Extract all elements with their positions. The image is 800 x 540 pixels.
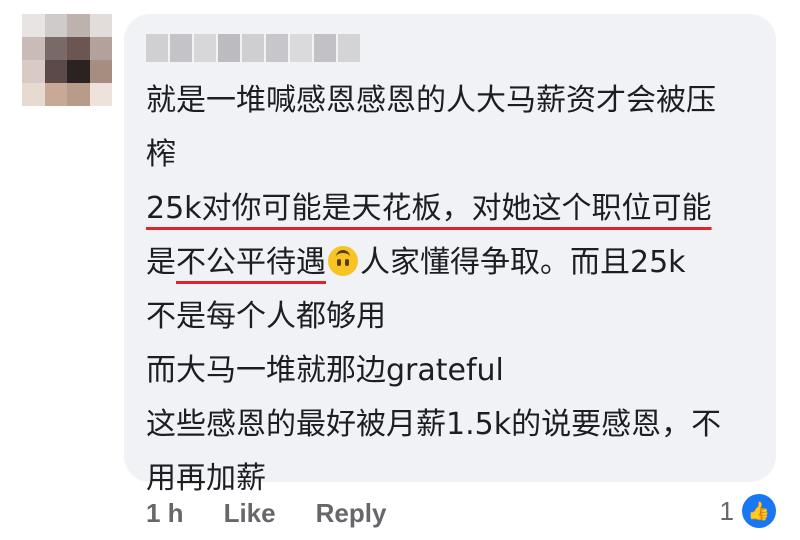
thumbs-up-icon: 👍 — [742, 494, 776, 528]
comment-line: 这些感恩的最好被月薪1.5k的说要感恩，不 — [146, 407, 722, 442]
upside-down-face-emoji-icon — [328, 246, 358, 276]
reply-button[interactable]: Reply — [316, 498, 387, 529]
comment-actions: 1 h Like Reply — [146, 498, 386, 529]
timestamp-link[interactable]: 1 h — [146, 498, 184, 529]
comment-text-underlined: 不公平待遇 — [176, 245, 326, 280]
comment-text-segment: 人家懂得争取。而且25k — [360, 245, 686, 280]
comment-line: 而大马一堆就那边grateful — [146, 353, 504, 388]
comment-line: 榨 — [146, 137, 176, 172]
author-name-blurred[interactable] — [146, 34, 360, 62]
comment-line: 就是一堆喊感恩感恩的人大马薪资才会被压 — [146, 83, 716, 118]
reaction-summary[interactable]: 1 👍 — [720, 494, 776, 528]
comment-line-underlined: 25k对你可能是天花板，对她这个职位可能 — [146, 191, 712, 226]
comment-line: 不是每个人都够用 — [146, 299, 386, 334]
like-button[interactable]: Like — [224, 498, 276, 529]
comment-line: 是不公平待遇 人家懂得争取。而且25k — [146, 236, 756, 290]
comment-text-segment: 是 — [146, 245, 176, 280]
comment-text: 就是一堆喊感恩感恩的人大马薪资才会被压 榨 25k对你可能是天花板，对她这个职位… — [146, 74, 756, 506]
reaction-count: 1 — [719, 495, 734, 526]
avatar[interactable] — [22, 14, 112, 106]
